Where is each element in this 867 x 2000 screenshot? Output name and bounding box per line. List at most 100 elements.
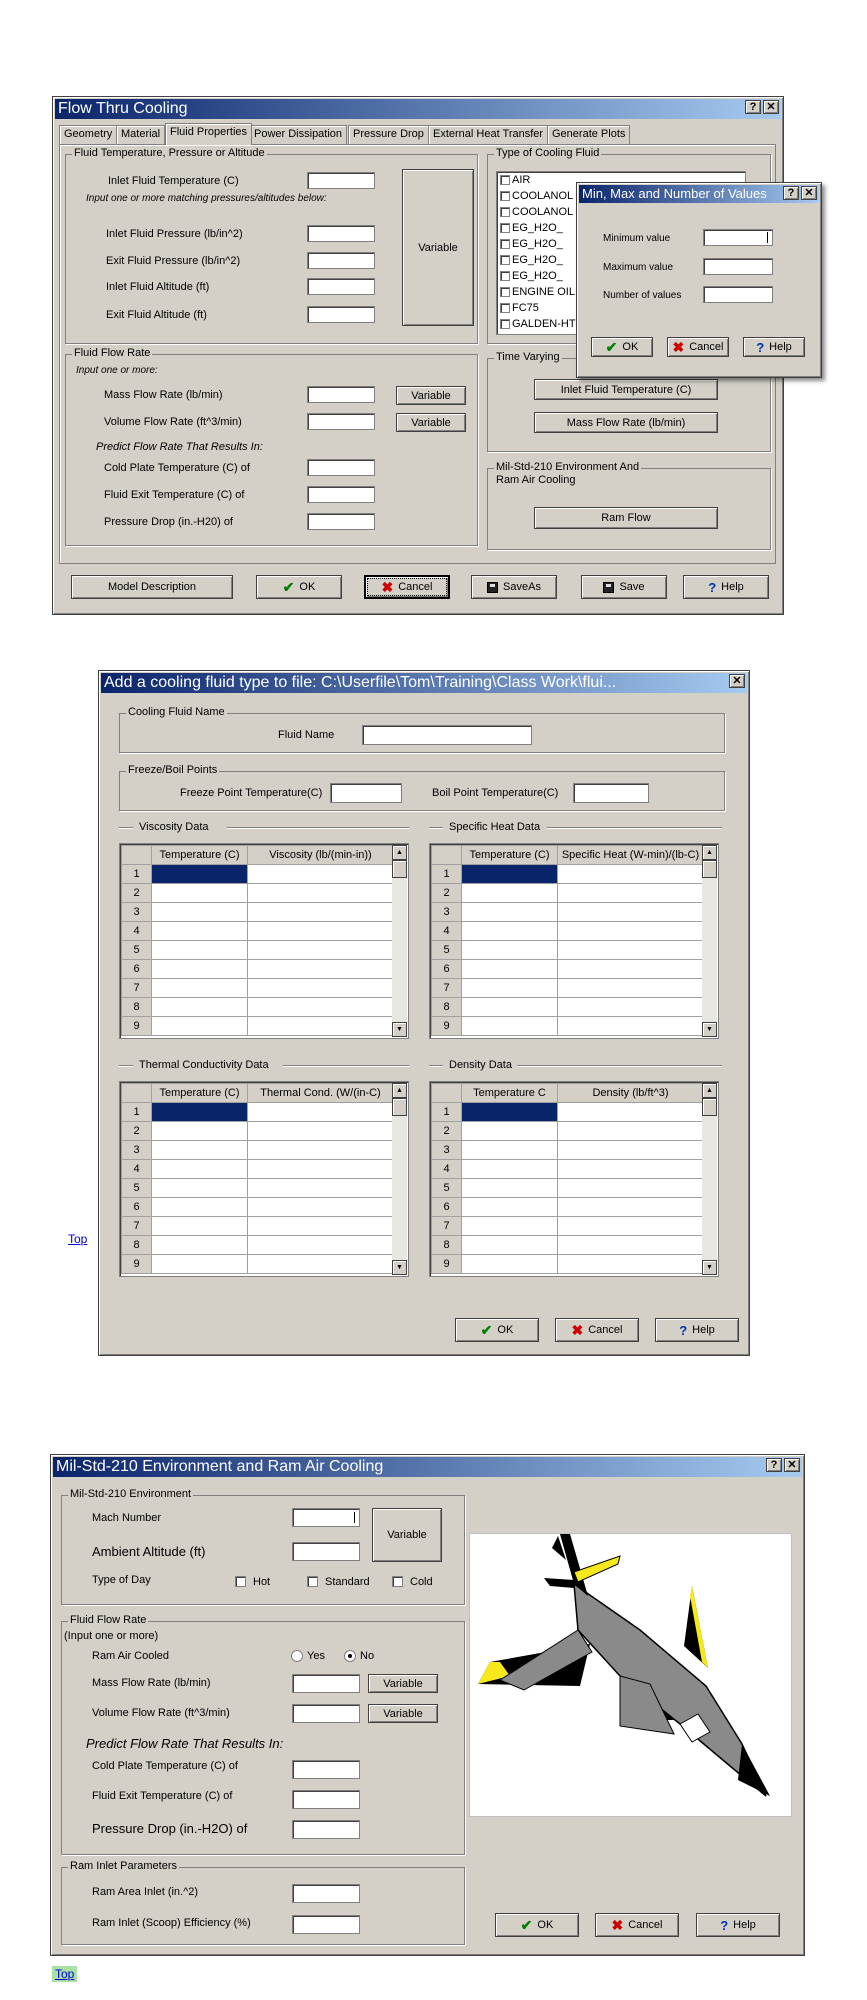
tab-generate-plots[interactable]: Generate Plots (547, 125, 631, 144)
cold-plate-input[interactable] (307, 459, 375, 476)
grid-cell[interactable] (557, 940, 704, 960)
list-item[interactable]: EG_H2O_ (500, 254, 563, 266)
checkbox[interactable] (500, 207, 510, 217)
grid-cell[interactable] (247, 1121, 394, 1141)
ok-button[interactable]: ✔ OK (455, 1318, 539, 1342)
yes-radio[interactable] (291, 1650, 303, 1662)
grid-cell[interactable] (461, 921, 558, 941)
grid-cell[interactable] (461, 864, 558, 884)
checkbox[interactable] (500, 239, 510, 249)
grid-cell[interactable] (151, 902, 248, 922)
ok-button[interactable]: ✔ OK (591, 337, 653, 357)
grid-cell[interactable] (151, 1235, 248, 1255)
scroll-up-arrow-icon[interactable]: ▲ (702, 845, 717, 860)
cold-plate-input[interactable] (292, 1760, 360, 1779)
close-title-button[interactable]: ✕ (784, 1458, 800, 1472)
grid-cell[interactable] (247, 902, 394, 922)
grid-cell[interactable] (461, 1121, 558, 1141)
cancel-button[interactable]: ✖ Cancel (667, 337, 729, 357)
scroll-thumb[interactable] (702, 1098, 717, 1116)
cancel-button[interactable]: ✖ Cancel (595, 1913, 679, 1937)
vertical-scrollbar[interactable]: ▲ ▼ (702, 1083, 717, 1275)
mass-flow-rate-button[interactable]: Mass Flow Rate (lb/min) (534, 412, 718, 433)
vertical-scrollbar[interactable]: ▲ ▼ (392, 845, 407, 1037)
grid-cell[interactable] (151, 864, 248, 884)
checkbox[interactable] (500, 303, 510, 313)
mass-flow-variable-button[interactable]: Variable (396, 386, 466, 405)
ram-inlet-efficiency-input[interactable] (292, 1915, 360, 1934)
grid-cell[interactable] (557, 1102, 704, 1122)
grid-cell[interactable] (461, 1178, 558, 1198)
grid-cell[interactable] (247, 1016, 394, 1036)
grid-cell[interactable] (557, 883, 704, 903)
volume-flow-variable-button[interactable]: Variable (368, 1704, 438, 1723)
pressure-drop-input[interactable] (307, 513, 375, 530)
mass-flow-variable-button[interactable]: Variable (368, 1674, 438, 1693)
grid-cell[interactable] (247, 1178, 394, 1198)
grid-cell[interactable] (247, 1159, 394, 1179)
checkbox[interactable] (500, 191, 510, 201)
list-item[interactable]: EG_H2O_ (500, 270, 563, 282)
grid-cell[interactable] (247, 940, 394, 960)
no-radio[interactable] (344, 1650, 356, 1662)
saveas-button[interactable]: SaveAs (471, 575, 557, 599)
vertical-scrollbar[interactable]: ▲ ▼ (392, 1083, 407, 1275)
help-title-button[interactable]: ? (783, 186, 799, 200)
tab-pressure-drop[interactable]: Pressure Drop (348, 125, 429, 144)
grid-cell[interactable] (557, 1216, 704, 1236)
tab-geometry[interactable]: Geometry (59, 125, 118, 144)
help-button[interactable]: ? Help (743, 337, 805, 357)
standard-checkbox[interactable] (307, 1576, 318, 1587)
volume-flow-input[interactable] (292, 1704, 360, 1723)
scroll-thumb[interactable] (392, 860, 407, 878)
list-item[interactable]: ENGINE OIL (500, 286, 575, 298)
grid-cell[interactable] (247, 997, 394, 1017)
grid-cell[interactable] (461, 1102, 558, 1122)
freeze-point-input[interactable] (330, 783, 402, 803)
grid-cell[interactable] (151, 1016, 248, 1036)
grid-cell[interactable] (557, 902, 704, 922)
cold-checkbox[interactable] (392, 1576, 403, 1587)
grid-cell[interactable] (461, 940, 558, 960)
list-item[interactable]: GALDEN-HT (500, 318, 576, 330)
grid-cell[interactable] (247, 1254, 394, 1274)
grid-cell[interactable] (461, 959, 558, 979)
grid-cell[interactable] (557, 921, 704, 941)
help-title-button[interactable]: ? (745, 100, 761, 114)
mass-flow-input[interactable] (307, 386, 375, 403)
grid-cell[interactable] (151, 1197, 248, 1217)
grid-cell[interactable] (151, 1159, 248, 1179)
close-title-button[interactable]: ✕ (801, 186, 817, 200)
grid-cell[interactable] (461, 1216, 558, 1236)
min-value-input[interactable] (703, 229, 773, 246)
list-item[interactable]: EG_H2O_ (500, 222, 563, 234)
grid-cell[interactable] (247, 1197, 394, 1217)
grid-cell[interactable] (461, 1197, 558, 1217)
list-item[interactable]: COOLANOL (500, 190, 573, 202)
scroll-down-arrow-icon[interactable]: ▼ (702, 1022, 717, 1037)
list-item[interactable]: AIR (500, 174, 530, 186)
checkbox[interactable] (500, 223, 510, 233)
grid-cell[interactable] (557, 1254, 704, 1274)
scroll-up-arrow-icon[interactable]: ▲ (392, 1083, 407, 1098)
tab-material[interactable]: Material (116, 125, 166, 144)
tab-external-heat-transfer[interactable]: External Heat Transfer (428, 125, 549, 144)
grid-cell[interactable] (151, 1216, 248, 1236)
top-link[interactable]: Top (68, 1232, 87, 1246)
grid-cell[interactable] (461, 1016, 558, 1036)
grid-cell[interactable] (557, 997, 704, 1017)
mass-flow-input[interactable] (292, 1674, 360, 1693)
inlet-altitude-input[interactable] (307, 278, 375, 295)
grid-cell[interactable] (557, 1159, 704, 1179)
thermal-conductivity-grid[interactable]: Temperature (C) Thermal Cond. (W/(in-C) … (119, 1081, 409, 1277)
cancel-button[interactable]: ✖ Cancel (555, 1318, 639, 1342)
inlet-pressure-input[interactable] (307, 225, 375, 242)
grid-cell[interactable] (247, 1102, 394, 1122)
mach-number-input[interactable] (292, 1508, 360, 1527)
specific-heat-grid[interactable]: Temperature (C) Specific Heat (W-min)/(l… (429, 843, 719, 1039)
grid-cell[interactable] (151, 1254, 248, 1274)
grid-cell[interactable] (151, 883, 248, 903)
grid-cell[interactable] (461, 1254, 558, 1274)
grid-cell[interactable] (151, 940, 248, 960)
help-button[interactable]: ? Help (696, 1913, 780, 1937)
